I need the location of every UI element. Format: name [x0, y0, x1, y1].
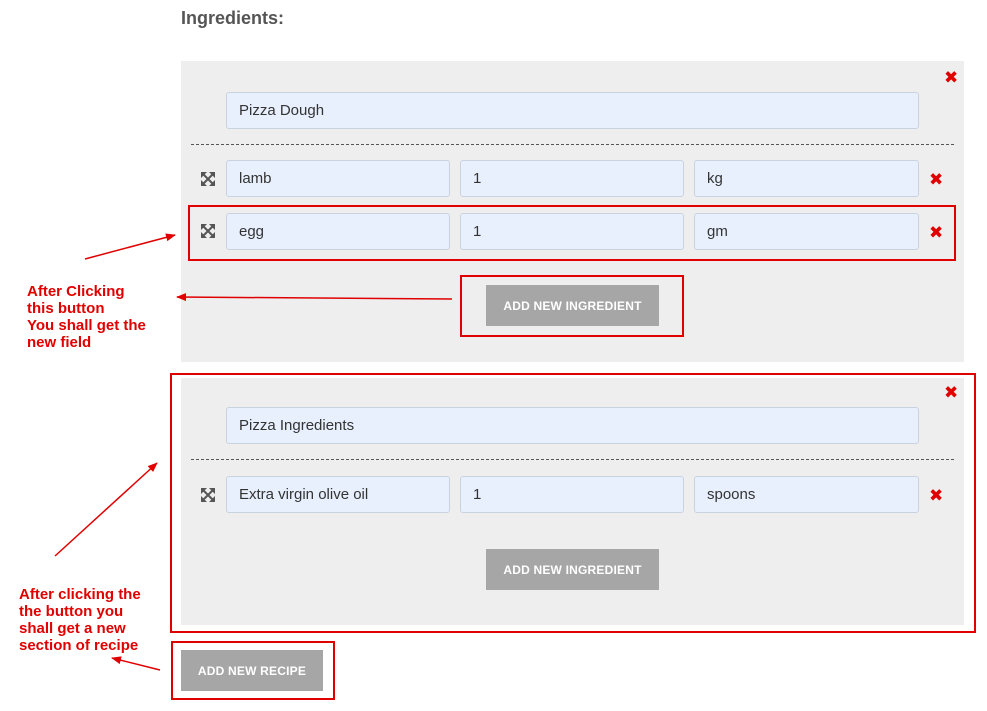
- delete-ingredient-icon[interactable]: ✖: [929, 487, 943, 504]
- move-arrows-icon[interactable]: [200, 223, 216, 239]
- add-ingredient-button[interactable]: ADD NEW INGREDIENT: [486, 285, 659, 326]
- ingredients-heading: Ingredients:: [181, 8, 285, 28]
- recipe-section: ✖ Pizza Dough lamb 1 kg ✖ egg 1 gm ✖ ADD…: [181, 61, 964, 362]
- delete-recipe-icon[interactable]: ✖: [944, 384, 958, 401]
- recipe-name-input[interactable]: Pizza Ingredients: [226, 407, 919, 444]
- arrow-to-add-recipe: [111, 656, 161, 671]
- ingredient-quantity-input[interactable]: 1: [460, 476, 684, 513]
- arrow-to-new-field: [84, 233, 176, 260]
- move-arrows-icon[interactable]: [200, 171, 216, 187]
- delete-recipe-icon[interactable]: ✖: [944, 69, 958, 86]
- ingredient-unit-input[interactable]: spoons: [694, 476, 919, 513]
- ingredient-quantity-input[interactable]: 1: [460, 213, 684, 250]
- move-arrows-icon[interactable]: [200, 487, 216, 503]
- ingredient-unit-input[interactable]: kg: [694, 160, 919, 197]
- ingredient-name-input[interactable]: lamb: [226, 160, 450, 197]
- ingredient-name-input[interactable]: Extra virgin olive oil: [226, 476, 450, 513]
- delete-ingredient-icon[interactable]: ✖: [929, 171, 943, 188]
- section-divider: [191, 144, 954, 145]
- section-divider: [191, 459, 954, 460]
- arrow-to-new-section: [54, 462, 158, 557]
- annotation-note-section: After clicking the the button you shall …: [19, 586, 141, 654]
- annotation-note-field: After Clicking this button You shall get…: [27, 283, 146, 351]
- ingredient-unit-input[interactable]: gm: [694, 213, 919, 250]
- delete-ingredient-icon[interactable]: ✖: [929, 224, 943, 241]
- recipe-name-input[interactable]: Pizza Dough: [226, 92, 919, 129]
- recipe-section: ✖ Pizza Ingredients Extra virgin olive o…: [181, 378, 964, 625]
- ingredient-name-input[interactable]: egg: [226, 213, 450, 250]
- add-recipe-button[interactable]: ADD NEW RECIPE: [181, 650, 323, 691]
- add-ingredient-button[interactable]: ADD NEW INGREDIENT: [486, 549, 659, 590]
- ingredient-quantity-input[interactable]: 1: [460, 160, 684, 197]
